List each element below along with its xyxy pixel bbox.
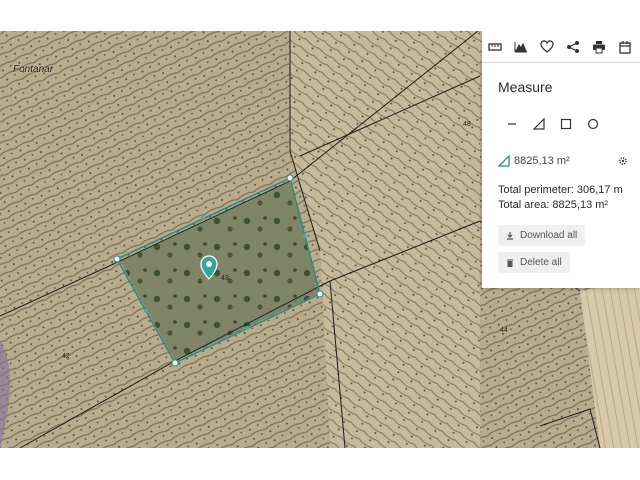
line-tool-icon[interactable] bbox=[498, 115, 525, 133]
download-icon bbox=[507, 231, 513, 240]
rectangle-tool-icon[interactable] bbox=[552, 115, 579, 133]
total-perimeter: Total perimeter: 306,17 m bbox=[498, 184, 623, 196]
map-viewer: Fontanar 43 48 42 44 Measure 8825,13 m² … bbox=[0, 0, 640, 480]
parcel-number: 42 bbox=[62, 353, 70, 360]
area-result-icon bbox=[498, 155, 510, 167]
measurement-value: 8825,13 m² bbox=[514, 155, 570, 167]
map-toolbar bbox=[482, 31, 640, 63]
print-icon[interactable] bbox=[586, 31, 612, 63]
elevation-profile-icon[interactable] bbox=[508, 31, 534, 63]
vertex-handle[interactable] bbox=[316, 290, 324, 298]
favorite-icon[interactable] bbox=[534, 31, 560, 63]
area-tool-icon[interactable] bbox=[525, 115, 552, 133]
parcel-number: 48 bbox=[463, 121, 471, 128]
download-all-label: Download all bbox=[520, 230, 578, 241]
export-icon[interactable] bbox=[612, 31, 638, 63]
place-label: Fontanar bbox=[13, 64, 54, 75]
vertex-handle[interactable] bbox=[171, 359, 179, 367]
vertex-handle[interactable] bbox=[113, 255, 121, 263]
delete-all-label: Delete all bbox=[520, 257, 562, 268]
download-all-button[interactable]: Download all bbox=[498, 225, 586, 246]
delete-all-button[interactable]: Delete all bbox=[498, 252, 570, 273]
parcel-number: 43 bbox=[221, 275, 229, 282]
measurement-result[interactable]: 8825,13 m² bbox=[498, 155, 628, 167]
vertex-handle[interactable] bbox=[286, 174, 294, 182]
measure-panel: Measure 8825,13 m² Total perimeter: 306,… bbox=[482, 63, 640, 288]
measure-tools bbox=[498, 115, 628, 133]
parcel-number: 44 bbox=[500, 327, 508, 334]
total-area: Total area: 8825,13 m² bbox=[498, 199, 609, 211]
midpoint-handle[interactable] bbox=[144, 309, 148, 313]
panel-title: Measure bbox=[498, 79, 553, 95]
midpoint-handle[interactable] bbox=[201, 216, 205, 220]
midpoint-handle[interactable] bbox=[245, 326, 249, 330]
midpoint-handle[interactable] bbox=[303, 234, 307, 238]
trash-icon bbox=[507, 259, 513, 267]
circle-tool-icon[interactable] bbox=[579, 115, 606, 133]
share-icon[interactable] bbox=[560, 31, 586, 63]
ruler-icon[interactable] bbox=[482, 31, 508, 63]
gear-icon[interactable] bbox=[618, 156, 628, 166]
